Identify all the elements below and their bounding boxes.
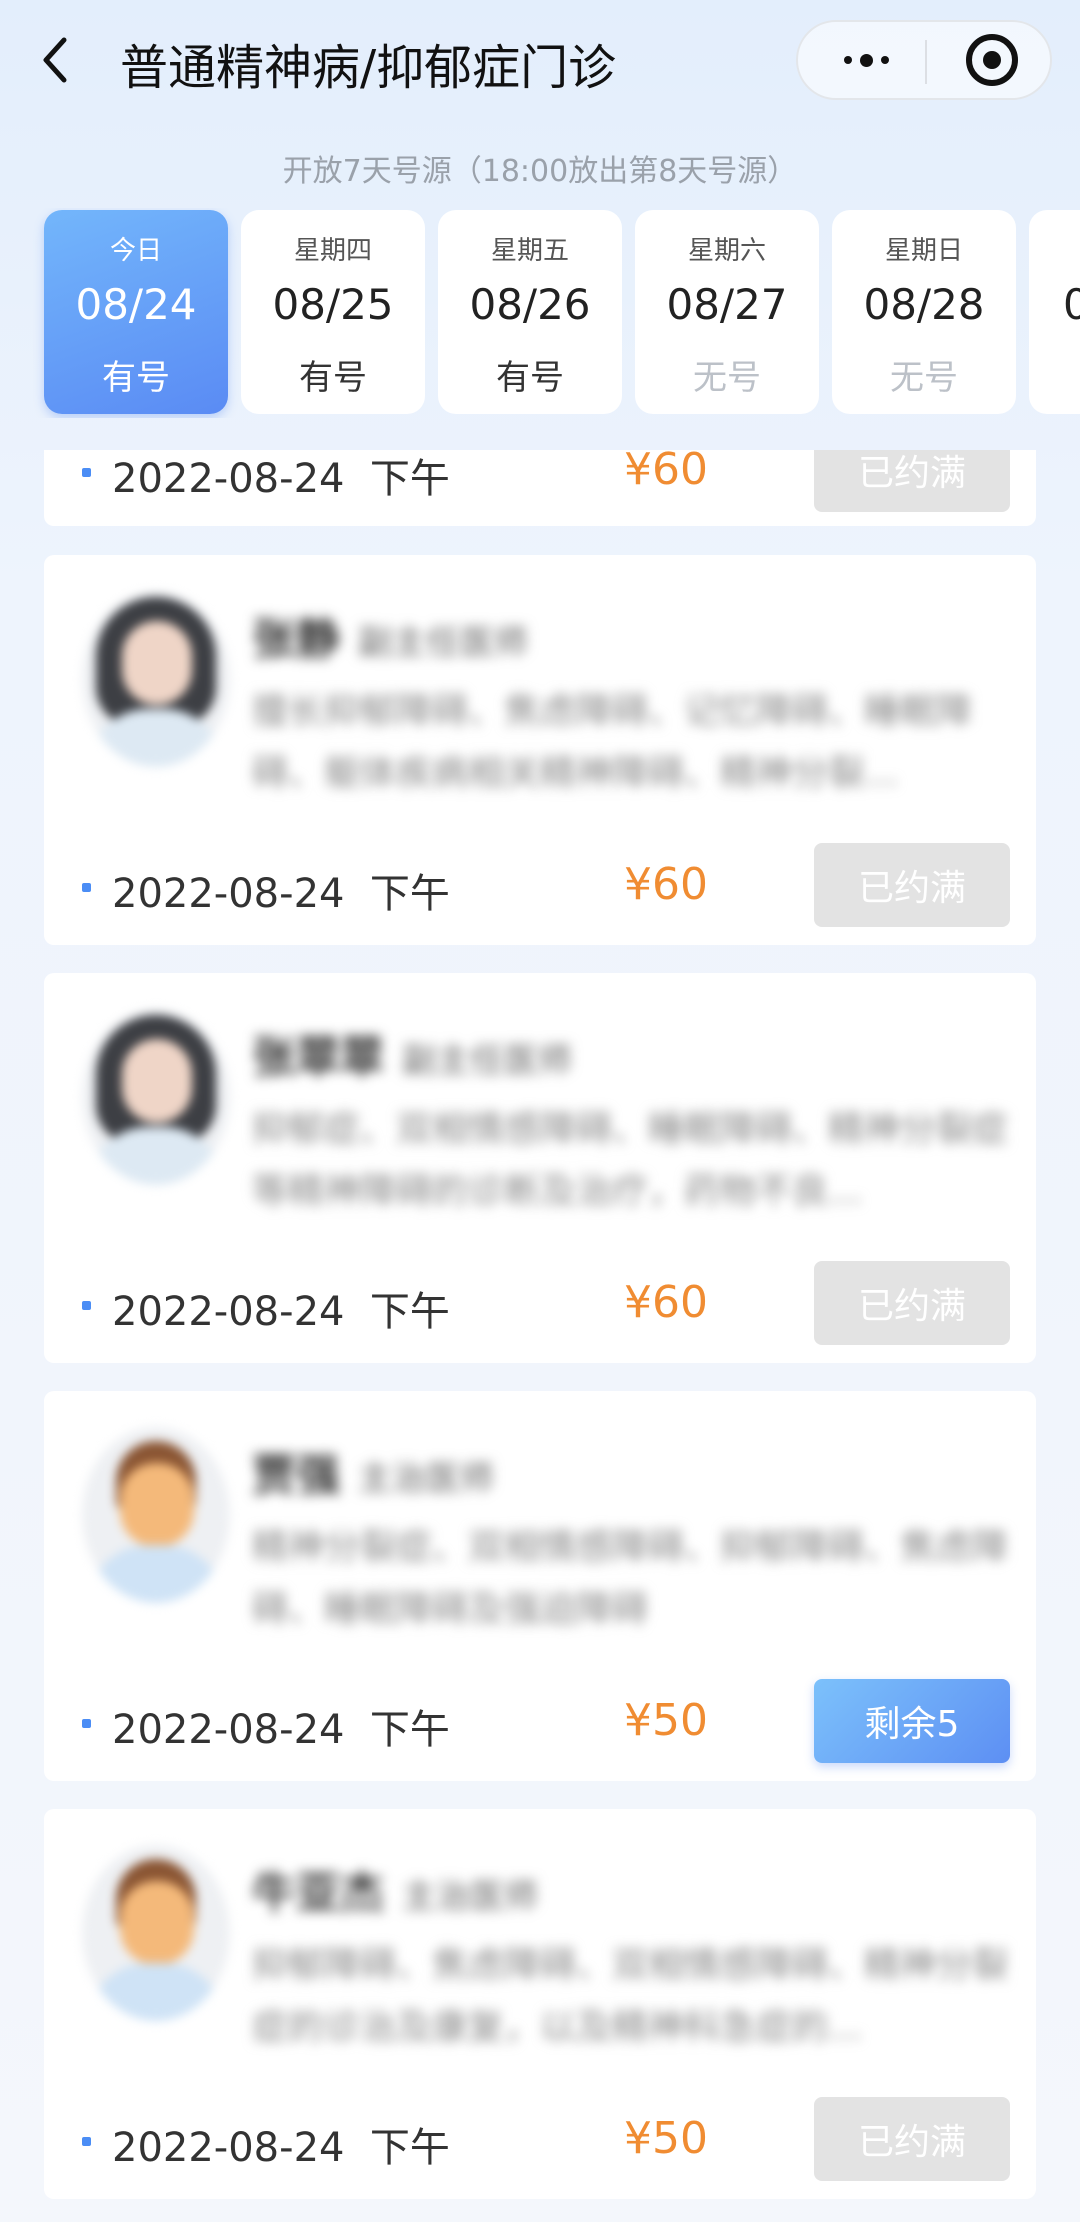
- date-tab-today[interactable]: 今日 08/24 有号: [44, 210, 228, 414]
- date-tab[interactable]: 星期四 08/25 有号: [241, 210, 425, 414]
- capsule-divider: [925, 40, 927, 84]
- book-button[interactable]: 已约满: [814, 450, 1010, 512]
- doctor-title: 主治医师: [402, 1877, 538, 1917]
- doctor-list[interactable]: 2022-08-24 下午 ¥60 已约满 张静 副主任医师 擅长抑郁障碍、焦虑障…: [0, 450, 1080, 2222]
- slot-date: 2022-08-24 下午: [112, 871, 450, 917]
- slot-price: ¥50: [624, 1695, 708, 1746]
- doctor-avatar: [82, 591, 230, 767]
- doctor-info: 贾强 主治医师 精神分裂症、双相情感障碍、抑郁障碍、焦虑障碍、睡眠障碍及强迫障碍: [252, 1439, 1012, 1641]
- date-weekday: 星期五: [490, 236, 569, 266]
- date-tab[interactable]: 星期日 08/28 无号: [832, 210, 1016, 414]
- doctor-card[interactable]: 贾强 主治医师 精神分裂症、双相情感障碍、抑郁障碍、焦虑障碍、睡眠障碍及强迫障碍 …: [44, 1391, 1036, 1781]
- slot-date: 2022-08-24 下午: [112, 456, 450, 502]
- date-weekday: 今日: [109, 236, 162, 266]
- slot-date: 2022-08-24 下午: [112, 1707, 450, 1753]
- book-button[interactable]: 已约满: [814, 2097, 1010, 2181]
- more-icon[interactable]: [834, 22, 898, 98]
- date-value: 08/25: [272, 280, 394, 329]
- date-weekday: 星期日: [884, 236, 963, 266]
- date-availability: 有号: [496, 358, 564, 398]
- slot-price: ¥60: [624, 1277, 708, 1328]
- book-button[interactable]: 已约满: [814, 843, 1010, 927]
- nav-bar: 普通精神病/抑郁症门诊: [0, 0, 1080, 120]
- slot-dot-icon: [82, 468, 91, 477]
- doctor-card[interactable]: 张静 副主任医师 擅长抑郁障碍、焦虑障碍、记忆障碍、睡眠障碍、躯体疾病相关精神障碍…: [44, 555, 1036, 945]
- slot-price: ¥50: [624, 2113, 708, 2164]
- book-button[interactable]: 已约满: [814, 1261, 1010, 1345]
- date-availability: 有号: [299, 358, 367, 398]
- doctor-card[interactable]: 牛亚杰 主治医师 抑郁障碍、焦虑障碍、双相情感障碍、精神分裂症的诊治及康复，以及精…: [44, 1809, 1036, 2199]
- date-selector: 今日 08/24 有号 星期四 08/25 有号 星期五 08/26 有号 星期…: [0, 208, 1080, 418]
- doctor-specialty: 抑郁障碍、焦虑障碍、双相情感障碍、精神分裂症的诊治及康复，以及精神科急症的...: [252, 1945, 1009, 2048]
- doctor-card[interactable]: 张翠翠 副主任医师 抑郁症、双相情感障碍、睡眠障碍、精神分裂症等精神障碍的诊断及治…: [44, 973, 1036, 1363]
- doctor-avatar: [82, 1009, 230, 1185]
- doctor-info: 牛亚杰 主治医师 抑郁障碍、焦虑障碍、双相情感障碍、精神分裂症的诊治及康复，以及精…: [252, 1857, 1012, 2059]
- slot-dot-icon: [82, 1719, 91, 1728]
- schedule-notice: 开放7天号源（18:00放出第8天号源）: [282, 154, 798, 189]
- date-weekday: 星期四: [293, 236, 372, 266]
- back-icon[interactable]: [40, 30, 80, 90]
- close-miniprogram-icon[interactable]: [966, 34, 1018, 86]
- date-value: 08/27: [666, 280, 788, 329]
- date-availability: 无号: [890, 358, 958, 398]
- doctor-avatar: [82, 1845, 230, 2021]
- doctor-specialty: 擅长抑郁障碍、焦虑障碍、记忆障碍、睡眠障碍、躯体疾病相关精神障碍、精神分裂...: [252, 691, 973, 794]
- date-value: 08/24: [75, 280, 197, 329]
- slot-price: ¥60: [624, 450, 708, 495]
- page-title: 普通精神病/抑郁症门诊: [120, 40, 617, 96]
- menu-capsule: [796, 20, 1052, 100]
- doctor-title: 副主任医师: [358, 623, 528, 663]
- doctor-title: 主治医师: [358, 1459, 494, 1499]
- doctor-specialty: 抑郁症、双相情感障碍、睡眠障碍、精神分裂症等精神障碍的诊断及治疗，药物不良...: [252, 1109, 1009, 1212]
- book-button[interactable]: 剩余5: [814, 1679, 1010, 1763]
- date-tab[interactable]: 星期五 08/26 有号: [438, 210, 622, 414]
- slot-date: 2022-08-24 下午: [112, 2125, 450, 2171]
- doctor-info: 张翠翠 副主任医师 抑郁症、双相情感障碍、睡眠障碍、精神分裂症等精神障碍的诊断及治…: [252, 1021, 1012, 1223]
- date-value: 08/26: [469, 280, 591, 329]
- slot-price: ¥60: [624, 859, 708, 910]
- doctor-card[interactable]: 2022-08-24 下午 ¥60 已约满: [44, 450, 1036, 526]
- date-value: 08/28: [863, 280, 985, 329]
- doctor-name: 张静: [252, 614, 340, 665]
- date-availability: 无号: [693, 358, 761, 398]
- doctor-avatar: [82, 1427, 230, 1603]
- doctor-info: 张静 副主任医师 擅长抑郁障碍、焦虑障碍、记忆障碍、睡眠障碍、躯体疾病相关精神障碍…: [252, 603, 1012, 805]
- doctor-name: 贾强: [252, 1450, 340, 1501]
- date-tab[interactable]: 星期六 08/27 无号: [635, 210, 819, 414]
- doctor-specialty: 精神分裂症、双相情感障碍、抑郁障碍、焦虑障碍、睡眠障碍及强迫障碍: [252, 1527, 1009, 1630]
- slot-dot-icon: [82, 883, 91, 892]
- slot-date: 2022-08-24 下午: [112, 1289, 450, 1335]
- slot-dot-icon: [82, 1301, 91, 1310]
- slot-dot-icon: [82, 2137, 91, 2146]
- date-weekday: 星期六: [687, 236, 766, 266]
- doctor-title: 副主任医师: [402, 1041, 572, 1081]
- doctor-name: 牛亚杰: [252, 1868, 384, 1919]
- date-availability: 有号: [102, 358, 170, 398]
- doctor-name: 张翠翠: [252, 1032, 384, 1083]
- date-value: 0: [1063, 280, 1080, 329]
- date-tab[interactable]: 0: [1029, 210, 1080, 414]
